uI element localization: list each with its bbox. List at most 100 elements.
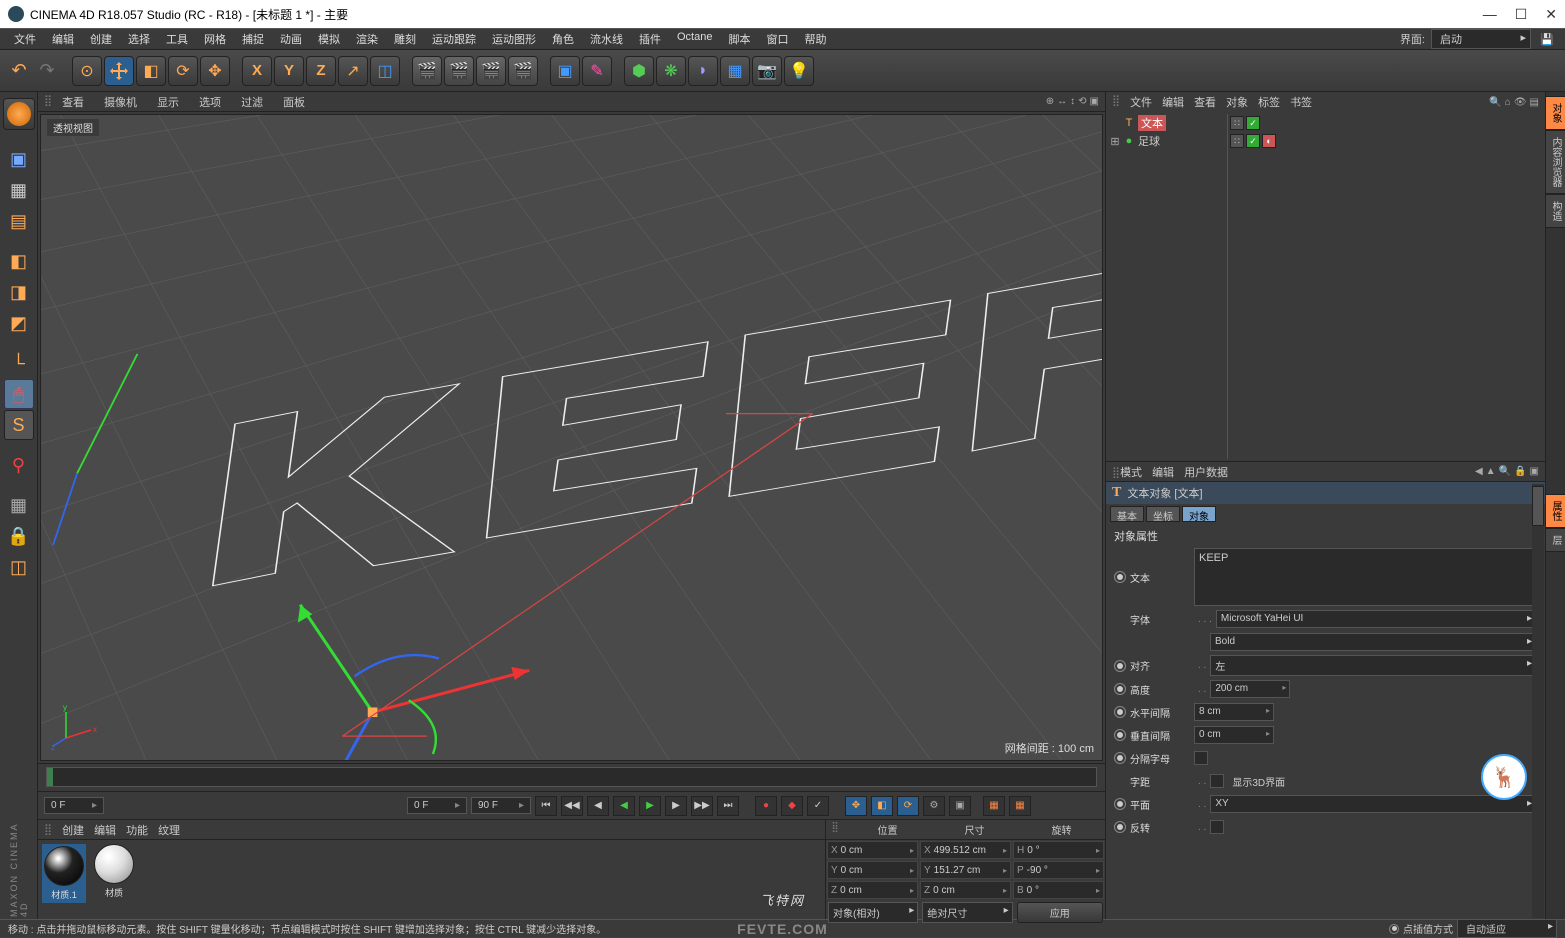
menu-渲染[interactable]: 渲染 — [350, 29, 384, 49]
mat-menu-功能[interactable]: 功能 — [126, 825, 148, 837]
goto-prev-key-button[interactable]: ◀◀ — [561, 796, 583, 816]
om-menu-对象[interactable]: 对象 — [1226, 97, 1248, 109]
font-weight-dropdown[interactable]: Bold — [1210, 633, 1537, 651]
tweak-mode-button[interactable]: 🖱 — [4, 379, 34, 409]
vp-icon[interactable]: ⊕ — [1046, 96, 1054, 107]
object-row[interactable]: ⊞●足球 — [1108, 132, 1227, 150]
coord-s-Z[interactable]: Z0 cm▸ — [920, 881, 1011, 899]
coord-r-H[interactable]: H0 °▸ — [1013, 841, 1104, 859]
autokey-button[interactable]: ◆ — [781, 796, 803, 816]
coord-size-dropdown[interactable]: 绝对尺寸 — [922, 902, 1012, 923]
menu-捕捉[interactable]: 捕捉 — [236, 29, 270, 49]
attr-enable-reverse[interactable] — [1114, 821, 1126, 833]
attr-menu-用户数据[interactable]: 用户数据 — [1184, 467, 1228, 479]
mat-menu-创建[interactable]: 创建 — [62, 825, 84, 837]
om-menu-文件[interactable]: 文件 — [1130, 97, 1152, 109]
lock-workplane-button[interactable]: ▦ — [4, 490, 34, 520]
key-position-button[interactable]: ✥ — [845, 796, 867, 816]
planar-workplane-button[interactable]: 🔒 — [4, 521, 34, 551]
material-item[interactable]: 材质.1 — [42, 844, 86, 903]
dock-tab-层[interactable]: 层 — [1545, 528, 1565, 552]
vp-menu-摄像机[interactable]: 摄像机 — [104, 94, 137, 110]
attr-scrollbar[interactable] — [1532, 484, 1544, 918]
vp-icon[interactable]: ⟲ — [1078, 96, 1086, 107]
attr-enable-align[interactable] — [1114, 660, 1126, 672]
next-frame-button[interactable]: ▶ — [665, 796, 687, 816]
render-settings-button[interactable]: 🎬 — [508, 56, 538, 86]
attr-enable-plane[interactable] — [1114, 798, 1126, 810]
material-item[interactable]: 材质 — [92, 844, 136, 899]
enable-tag[interactable]: ✓ — [1246, 116, 1260, 130]
axis-tool-button[interactable]: └ — [4, 348, 34, 378]
coord-r-B[interactable]: B0 °▸ — [1013, 881, 1104, 899]
visibility-tag[interactable]: ∷ — [1230, 116, 1244, 130]
menu-运动图形[interactable]: 运动图形 — [486, 29, 542, 49]
scene-button-2[interactable]: ▦ — [1009, 796, 1031, 816]
menu-网格[interactable]: 网格 — [198, 29, 232, 49]
range-end-field[interactable]: 90 F▸ — [471, 797, 531, 814]
om-menu-书签[interactable]: 书签 — [1290, 97, 1312, 109]
coord-apply-button[interactable]: 应用 — [1017, 902, 1103, 923]
last-tool[interactable]: ✥ — [200, 56, 230, 86]
dock-tab-构造[interactable]: 构造 — [1545, 194, 1565, 228]
vp-menu-过滤[interactable]: 过滤 — [241, 94, 263, 110]
menu-角色[interactable]: 角色 — [546, 29, 580, 49]
render-region-button[interactable]: 🎬 — [444, 56, 474, 86]
object-row[interactable]: T文本 — [1108, 114, 1227, 132]
attr-enable-sep[interactable] — [1114, 752, 1126, 764]
menu-插件[interactable]: 插件 — [633, 29, 667, 49]
prev-frame-button[interactable]: ◀ — [587, 796, 609, 816]
key-scale-button[interactable]: ◧ — [871, 796, 893, 816]
camera-button[interactable]: ▦ — [720, 56, 750, 86]
menu-Octane[interactable]: Octane — [671, 29, 718, 49]
render-view-button[interactable]: 🎬 — [412, 56, 442, 86]
attr-tab-坐标[interactable]: 坐标 — [1146, 506, 1180, 522]
menu-动画[interactable]: 动画 — [274, 29, 308, 49]
magnet-button[interactable]: ⚲ — [4, 450, 34, 480]
dock-tab-内容浏览器[interactable]: 内容浏览器 — [1545, 130, 1565, 194]
attr-enable-vspace[interactable] — [1114, 729, 1126, 741]
attr-search-icon[interactable]: 🔍 — [1499, 466, 1511, 477]
menu-运动跟踪[interactable]: 运动跟踪 — [426, 29, 482, 49]
goto-start-button[interactable]: ⏮ — [535, 796, 557, 816]
om-search-icon[interactable]: 🔍 — [1489, 97, 1501, 108]
status-interp-dropdown[interactable]: 自动适应 — [1457, 919, 1557, 938]
om-menu-标签[interactable]: 标签 — [1258, 97, 1280, 109]
vp-menu-显示[interactable]: 显示 — [157, 94, 179, 110]
redo-button[interactable]: ↷ — [34, 59, 60, 83]
window-close-button[interactable]: ✕ — [1545, 6, 1557, 23]
make-editable-button[interactable] — [3, 98, 35, 130]
text-input-field[interactable]: KEEP — [1194, 548, 1537, 606]
menu-流水线[interactable]: 流水线 — [584, 29, 629, 49]
edge-mode-button[interactable]: ◨ — [4, 277, 34, 307]
coord-p-Z[interactable]: Z0 cm▸ — [827, 881, 918, 899]
vp-icon[interactable]: ▣ — [1090, 96, 1099, 107]
poly-mode-button[interactable]: ◩ — [4, 308, 34, 338]
vp-icon[interactable]: ↕ — [1070, 96, 1075, 107]
om-filter-icon[interactable]: ▤ — [1530, 97, 1539, 108]
undo-button[interactable]: ↶ — [6, 59, 32, 83]
menu-编辑[interactable]: 编辑 — [46, 29, 80, 49]
move-tool[interactable] — [104, 56, 134, 86]
scale-tool[interactable]: ◧ — [136, 56, 166, 86]
attr-menu-编辑[interactable]: 编辑 — [1152, 467, 1174, 479]
environment-button[interactable]: ◗ — [688, 56, 718, 86]
attr-nav-back[interactable]: ◀ — [1475, 466, 1483, 477]
model-mode-button[interactable]: ▣ — [4, 144, 34, 174]
key-param-button[interactable]: ⚙ — [923, 796, 945, 816]
mat-menu-编辑[interactable]: 编辑 — [94, 825, 116, 837]
spline-button[interactable]: ✎ — [582, 56, 612, 86]
menu-工具[interactable]: 工具 — [160, 29, 194, 49]
camera-add-button[interactable]: 📷 — [752, 56, 782, 86]
menu-模拟[interactable]: 模拟 — [312, 29, 346, 49]
goto-end-button[interactable]: ⏭ — [717, 796, 739, 816]
dock-tab-对象[interactable]: 对象 — [1545, 96, 1565, 130]
snap-button[interactable]: S — [4, 410, 34, 440]
attr-new-icon[interactable]: ▣ — [1530, 466, 1539, 477]
deformer-button[interactable]: ❋ — [656, 56, 686, 86]
attr-nav-fwd[interactable]: ▲ — [1486, 466, 1496, 477]
menu-脚本[interactable]: 脚本 — [722, 29, 756, 49]
coord-s-X[interactable]: X499.512 cm▸ — [920, 841, 1011, 859]
primitive-button[interactable]: ▣ — [550, 56, 580, 86]
menu-选择[interactable]: 选择 — [122, 29, 156, 49]
